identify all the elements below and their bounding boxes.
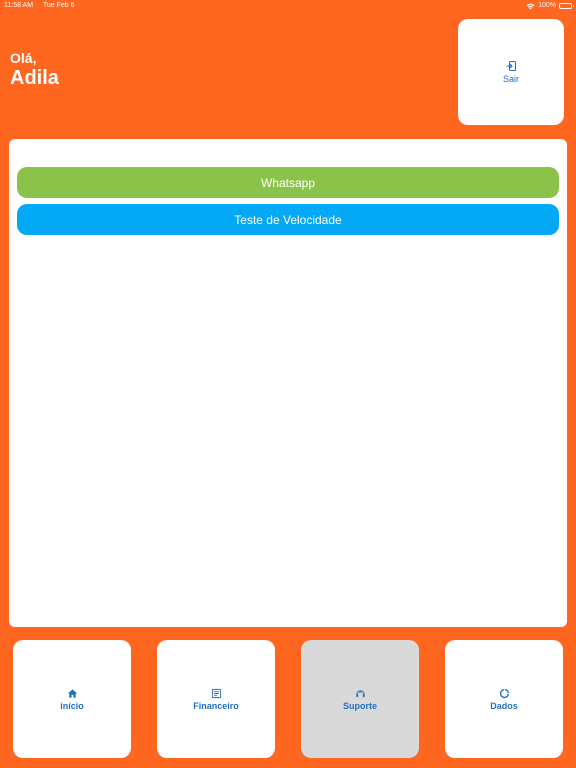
whatsapp-button[interactable]: Whatsapp xyxy=(17,167,559,198)
logout-icon xyxy=(506,61,516,71)
wifi-icon xyxy=(526,3,535,9)
document-icon xyxy=(211,688,221,698)
nav-label-financeiro: Financeiro xyxy=(193,700,239,711)
nav-label-suporte: Suporte xyxy=(342,700,377,711)
battery-icon xyxy=(559,3,574,9)
support-icon xyxy=(355,689,365,697)
status-time: 11:58 AM xyxy=(4,2,34,9)
nav-item-suporte[interactable]: Suporte xyxy=(301,640,419,758)
status-right: 100% xyxy=(526,0,574,12)
status-bar: 11:58 AM Tue Feb 6 100% xyxy=(0,0,576,12)
logout-button[interactable]: Sair xyxy=(458,19,564,125)
home-icon xyxy=(67,688,77,698)
user-name: Adila xyxy=(10,67,59,89)
greeting: Olá, Adila xyxy=(10,50,59,90)
battery-percent: 100% xyxy=(538,2,556,9)
nav-label-dados: Dados xyxy=(490,700,518,711)
nav-item-dados[interactable]: Dados xyxy=(445,640,563,758)
speed-test-button[interactable]: Teste de Velocidade xyxy=(17,204,559,235)
support-panel: Whatsapp Teste de Velocidade xyxy=(9,139,567,627)
status-date: Tue Feb 6 xyxy=(42,2,75,9)
greeting-text: Olá, xyxy=(10,50,37,66)
logout-label: Sair xyxy=(502,74,519,84)
data-usage-icon xyxy=(499,688,509,698)
nav-item-inicio[interactable]: início xyxy=(13,640,131,758)
nav-item-financeiro[interactable]: Financeiro xyxy=(157,640,275,758)
nav-label-inicio: início xyxy=(60,700,84,711)
status-left: 11:58 AM Tue Feb 6 xyxy=(4,0,83,12)
